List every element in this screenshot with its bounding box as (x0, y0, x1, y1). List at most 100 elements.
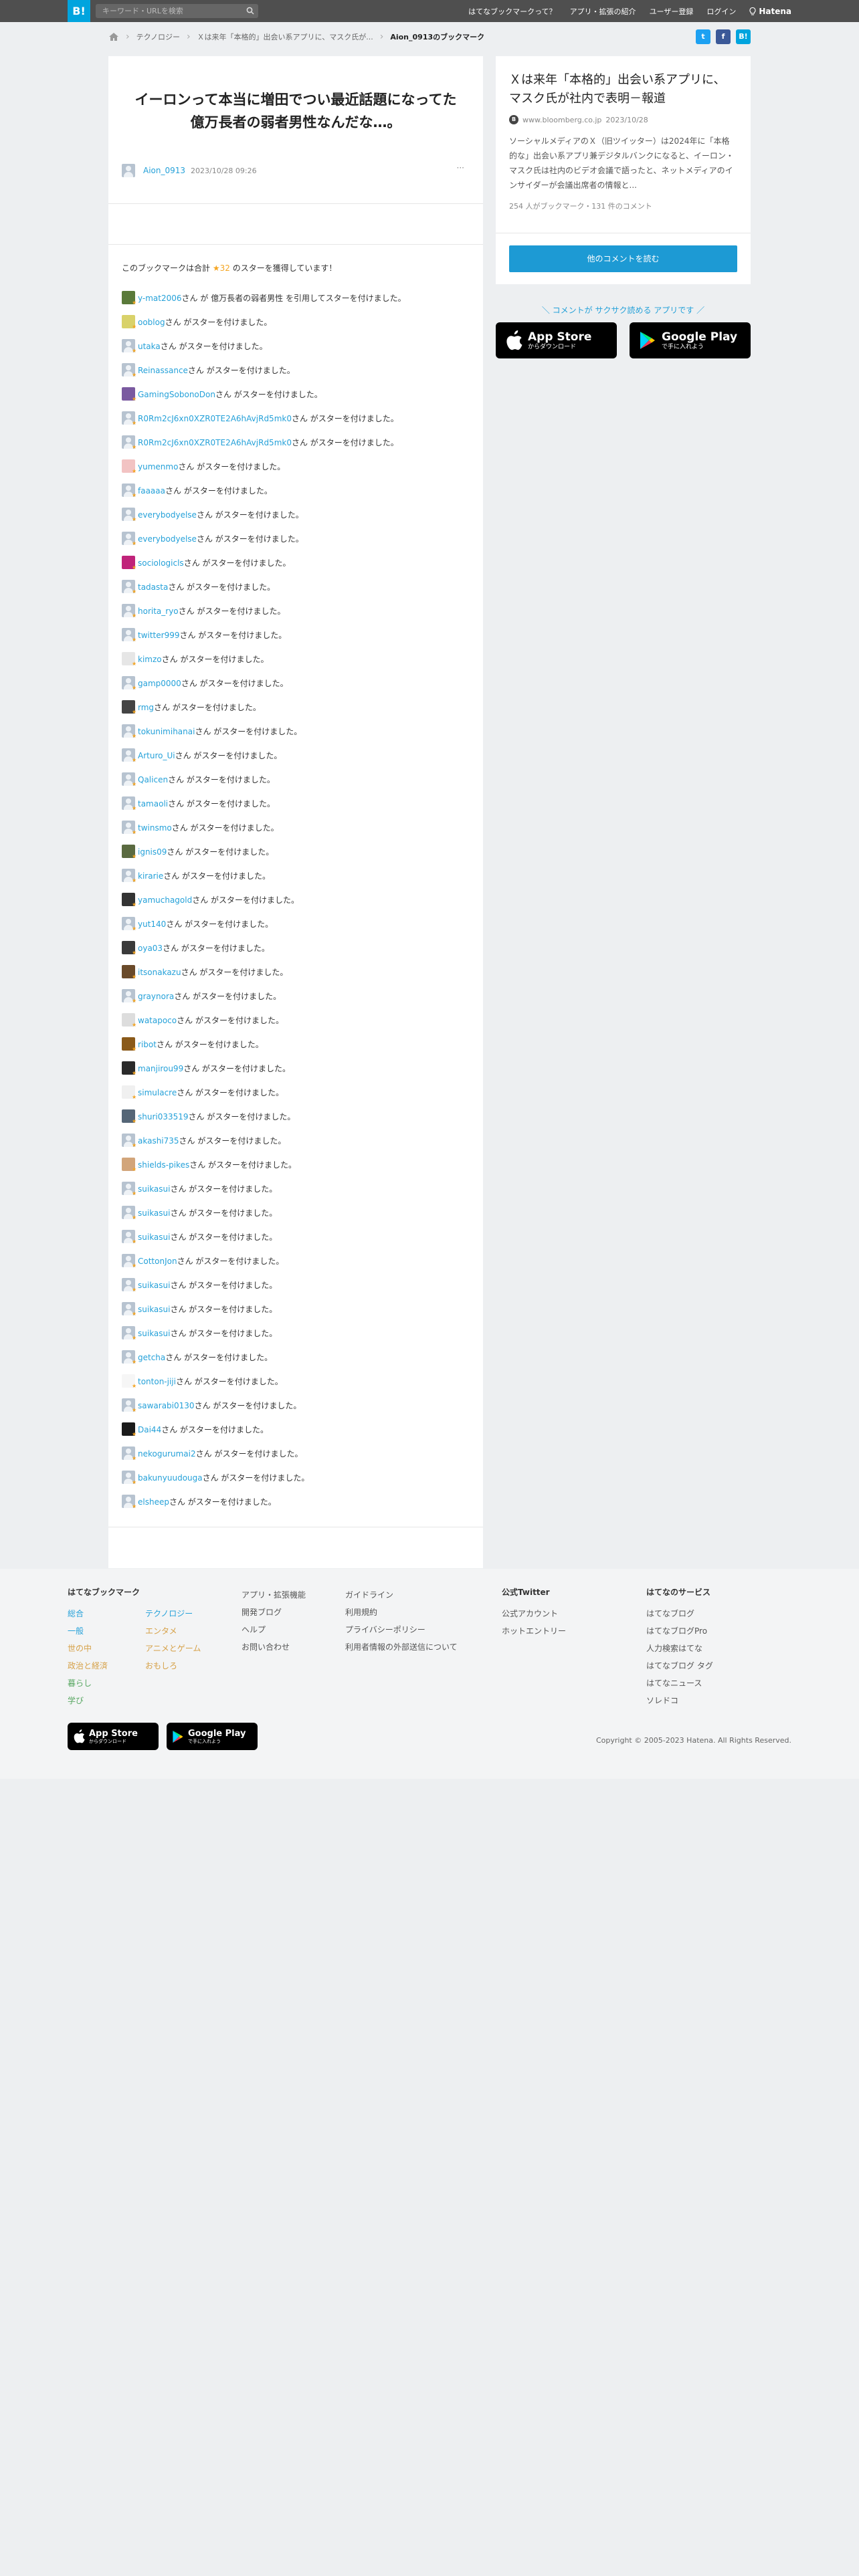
star-user-link[interactable]: kirarie (138, 871, 163, 881)
star-user-link[interactable]: getcha (138, 1353, 165, 1362)
breadcrumb-category[interactable]: テクノロジー (136, 31, 180, 42)
app-store-button[interactable]: App Store からダウンロード (496, 322, 617, 358)
star-user-link[interactable]: suikasui (138, 1208, 170, 1218)
star-user-link[interactable]: watapoco (138, 1016, 177, 1025)
user-avatar[interactable]: ★ (122, 1254, 136, 1269)
user-avatar[interactable]: ★ (122, 1158, 136, 1172)
star-user-link[interactable]: shields-pikes (138, 1160, 189, 1170)
star-user-link[interactable]: elsheep (138, 1497, 169, 1507)
star-user-link[interactable]: R0Rm2cJ6xn0XZR0TE2A6hAvjRd5mk0 (138, 438, 292, 447)
user-avatar[interactable]: ★ (122, 315, 136, 330)
footer-link[interactable]: 利用規約 (345, 1604, 458, 1621)
user-avatar[interactable]: ★ (122, 484, 136, 498)
star-user-link[interactable]: tamaoli (138, 799, 168, 809)
user-avatar[interactable]: ★ (122, 989, 136, 1004)
user-avatar[interactable]: ★ (122, 363, 136, 378)
user-avatar[interactable]: ★ (122, 1278, 136, 1293)
user-avatar[interactable]: ★ (122, 1398, 136, 1413)
read-comments-button[interactable]: 他のコメントを読む (509, 245, 737, 272)
facebook-share-button[interactable]: f (716, 29, 731, 44)
google-play-button[interactable]: Google Play で手に入れよう (630, 322, 751, 358)
footer-link[interactable]: アプリ・拡張機能 (242, 1586, 306, 1604)
star-user-link[interactable]: tonton-jiji (138, 1377, 176, 1386)
user-avatar[interactable]: ★ (122, 1471, 136, 1485)
footer-link[interactable]: 一般 (68, 1622, 140, 1640)
footer-link[interactable]: 総合 (68, 1605, 140, 1622)
hatena-share-button[interactable]: B! (736, 29, 751, 44)
footer-link[interactable]: はてなブログ タグ (646, 1657, 713, 1675)
star-user-link[interactable]: sawarabi0130 (138, 1401, 195, 1410)
star-user-link[interactable]: graynora (138, 992, 174, 1001)
star-user-link[interactable]: suikasui (138, 1329, 170, 1338)
user-avatar[interactable]: ★ (122, 1422, 136, 1437)
more-menu-icon[interactable]: ··· (457, 163, 464, 173)
user-avatar[interactable]: ★ (122, 772, 136, 787)
search-input[interactable] (102, 4, 236, 18)
hatena-brand[interactable]: Hatena (749, 7, 791, 16)
nav-register[interactable]: ユーザー登録 (650, 6, 694, 17)
star-user-link[interactable]: yamuchagold (138, 895, 192, 905)
search-icon[interactable] (246, 7, 254, 15)
footer-link[interactable]: 世の中 (68, 1640, 140, 1657)
home-icon[interactable] (108, 32, 119, 41)
user-avatar[interactable]: ★ (122, 1013, 136, 1028)
user-avatar[interactable]: ★ (122, 821, 136, 835)
user-avatar[interactable]: ★ (122, 893, 136, 907)
user-avatar[interactable]: ★ (122, 435, 136, 450)
user-avatar[interactable]: ★ (122, 724, 136, 739)
star-user-link[interactable]: shuri033519 (138, 1112, 189, 1121)
user-avatar[interactable]: ★ (122, 1182, 136, 1196)
footer-link[interactable]: お問い合わせ (242, 1638, 306, 1656)
star-user-link[interactable]: tadasta (138, 582, 168, 592)
user-avatar[interactable]: ★ (122, 917, 136, 932)
star-user-link[interactable]: faaaaa (138, 486, 165, 496)
user-avatar[interactable]: ★ (122, 796, 136, 811)
star-user-link[interactable]: suikasui (138, 1281, 170, 1290)
star-user-link[interactable]: y-mat2006 (138, 294, 182, 303)
star-user-link[interactable]: ribot (138, 1040, 157, 1049)
nav-login[interactable]: ログイン (706, 6, 736, 17)
nav-about[interactable]: はてなブックマークって？ (468, 6, 556, 17)
star-user-link[interactable]: manjirou99 (138, 1064, 183, 1073)
footer-link[interactable]: 学び (68, 1692, 140, 1709)
star-user-link[interactable]: akashi735 (138, 1136, 179, 1146)
star-user-link[interactable]: twitter999 (138, 631, 179, 640)
footer-link[interactable]: 人力検索はてな (646, 1640, 713, 1657)
hatena-bookmark-logo[interactable]: B! (68, 0, 90, 22)
twitter-share-button[interactable]: t (696, 29, 710, 44)
user-avatar[interactable]: ★ (122, 1446, 136, 1461)
user-avatar[interactable]: ★ (122, 1302, 136, 1317)
star-user-link[interactable]: ignis09 (138, 847, 167, 857)
star-user-link[interactable]: Reinassance (138, 366, 188, 375)
user-avatar[interactable]: ★ (122, 1109, 136, 1124)
star-user-link[interactable]: R0Rm2cJ6xn0XZR0TE2A6hAvjRd5mk0 (138, 414, 292, 423)
footer-link[interactable]: エンタメ (145, 1622, 201, 1640)
star-user-link[interactable]: suikasui (138, 1184, 170, 1194)
user-avatar[interactable]: ★ (122, 965, 136, 980)
star-user-link[interactable]: kimzo (138, 655, 162, 664)
user-avatar[interactable]: ★ (122, 1206, 136, 1220)
user-avatar[interactable]: ★ (122, 676, 136, 691)
star-user-link[interactable]: simulacre (138, 1088, 177, 1097)
star-user-link[interactable]: yut140 (138, 920, 166, 929)
star-user-link[interactable]: utaka (138, 342, 161, 351)
user-avatar[interactable]: ★ (122, 1326, 136, 1341)
star-user-link[interactable]: suikasui (138, 1305, 170, 1314)
footer-link[interactable]: はてなブログ (646, 1605, 713, 1622)
user-avatar[interactable]: ★ (122, 1037, 136, 1052)
footer-link[interactable]: 暮らし (68, 1675, 140, 1692)
user-avatar[interactable] (122, 164, 135, 177)
star-user-link[interactable]: sociologicls (138, 558, 184, 568)
star-user-link[interactable]: Qalicen (138, 775, 168, 784)
user-avatar[interactable]: ★ (122, 1061, 136, 1076)
footer-link[interactable]: ソレドコ (646, 1692, 713, 1709)
user-avatar[interactable]: ★ (122, 1134, 136, 1148)
footer-link[interactable]: ホットエントリー (502, 1622, 566, 1640)
footer-google-play-button[interactable]: Google Play で手に入れよう (167, 1723, 258, 1750)
star-user-link[interactable]: suikasui (138, 1232, 170, 1242)
user-avatar[interactable]: ★ (122, 556, 136, 570)
bookmark-user-link[interactable]: Aion_0913 (143, 166, 185, 175)
entry-title[interactable]: Ｘは来年「本格的」出会い系アプリに、マスク氏が社内で表明－報道 (509, 71, 737, 108)
star-user-link[interactable]: bakunyuudouga (138, 1473, 203, 1483)
user-avatar[interactable]: ★ (122, 580, 136, 595)
